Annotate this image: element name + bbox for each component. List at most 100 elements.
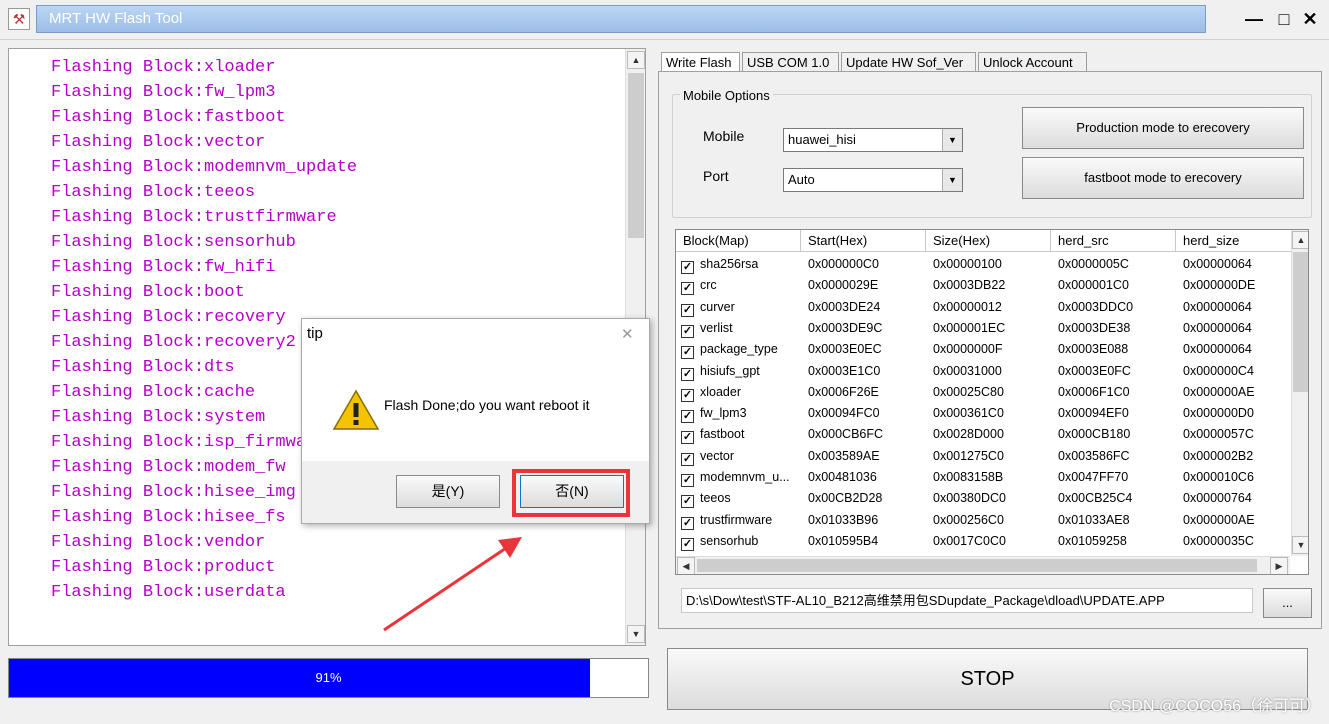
scroll-down-icon[interactable]: ▼ — [627, 625, 645, 643]
row-checkbox[interactable]: ✓ — [681, 282, 694, 296]
row-checkbox[interactable]: ✓ — [681, 452, 694, 466]
yes-button[interactable]: 是(Y) — [396, 475, 500, 508]
table-vscrollbar[interactable]: ▲ ▼ — [1291, 230, 1308, 556]
table-row[interactable]: ✓ vector 0x003589AE 0x001275C0 0x003586FC 0x0… — [676, 446, 1290, 467]
table-row[interactable]: ✓ fw_lpm3 0x00094FC0 0x000361C0 0x00094EF0 0x… — [676, 403, 1290, 424]
file-path-field[interactable]: D:\s\Dow\test\STF-AL10_B212高维禁用包SDupdate… — [681, 588, 1253, 613]
scroll-left-icon[interactable]: ◀ — [677, 557, 695, 574]
block-name: crc — [700, 278, 717, 293]
block-name: package_type — [700, 342, 778, 357]
table-cell: 0x0000005C — [1058, 257, 1129, 271]
table-row[interactable]: ✓ curver 0x0003DE24 0x00000012 0x0003DDC0 0x0… — [676, 297, 1290, 318]
block-name: hisiufs_gpt — [700, 363, 760, 378]
col-header-start[interactable]: Start(Hex) — [801, 230, 926, 252]
table-cell: 0x000001EC — [933, 320, 1006, 335]
table-cell: 0x0003E1C0 — [808, 363, 881, 378]
port-select[interactable]: Auto ▼ — [783, 168, 963, 192]
table-cell: 0x010595B4 — [808, 533, 879, 548]
table-cell: 0x000000DE — [1183, 278, 1256, 293]
row-checkbox[interactable]: ✓ — [681, 261, 694, 274]
table-body: ✓ sha256rsa 0x000000C0 0x00000100 0x0000005C… — [676, 254, 1290, 554]
block-name: fw_lpm3 — [700, 406, 747, 421]
row-checkbox[interactable]: ✓ — [681, 537, 694, 551]
tab-write-flash[interactable]: Write Flash — [661, 52, 740, 72]
scroll-up-icon[interactable]: ▲ — [627, 51, 645, 69]
tab-usb-com[interactable]: USB COM 1.0 — [742, 52, 839, 72]
col-header-size[interactable]: Size(Hex) — [926, 230, 1051, 252]
col-header-block[interactable]: Block(Map) — [676, 230, 801, 252]
cell-block: ✓ xloader — [681, 382, 799, 403]
minimize-button[interactable]: — — [1240, 6, 1268, 32]
table-cell: 0x000CB180 — [1058, 427, 1131, 442]
table-cell: 0x000001C0 — [1058, 278, 1129, 293]
table-row[interactable]: ✓ trustfirmware 0x01033B96 0x000256C0 0x0103… — [676, 510, 1290, 531]
col-header-herd-src[interactable]: herd_src — [1051, 230, 1176, 252]
cell-block: ✓ trustfirmware — [681, 510, 799, 531]
table-cell: 0x01033B96 — [808, 512, 879, 527]
block-name: sha256rsa — [700, 257, 759, 271]
block-name: curver — [700, 299, 735, 314]
port-label: Port — [703, 168, 729, 184]
row-checkbox[interactable]: ✓ — [681, 324, 694, 338]
table-cell: 0x000000AE — [1183, 512, 1255, 527]
col-header-herd-size[interactable]: herd_size — [1176, 230, 1291, 252]
scroll-thumb[interactable] — [628, 73, 644, 238]
table-cell: 0x00031000 — [933, 363, 1002, 378]
log-line: Flashing Block:fastboot — [51, 108, 286, 127]
log-line: Flashing Block:vendor — [51, 533, 266, 552]
row-checkbox[interactable]: ✓ — [681, 516, 694, 530]
block-map-table: Block(Map) Start(Hex) Size(Hex) herd_src… — [675, 229, 1309, 575]
dialog-message: Flash Done;do you want reboot it — [384, 397, 590, 413]
table-row[interactable]: ✓ sensorhub 0x010595B4 0x0017C0C0 0x01059258… — [676, 531, 1290, 552]
table-cell: 0x00094EF0 — [1058, 406, 1129, 421]
table-cell: 0x0017C0C0 — [933, 533, 1006, 548]
block-name: fastboot — [700, 427, 745, 442]
table-cell: 0x000010C6 — [1183, 470, 1254, 484]
table-row[interactable]: ✓ verlist 0x0003DE9C 0x000001EC 0x0003DE38 0x… — [676, 318, 1290, 339]
scroll-thumb[interactable] — [1293, 252, 1308, 392]
row-checkbox[interactable]: ✓ — [681, 431, 694, 445]
tab-unlock-account[interactable]: Unlock Account — [978, 52, 1087, 72]
close-icon[interactable]: ✕ — [621, 325, 634, 343]
chevron-down-icon[interactable]: ▼ — [942, 169, 962, 191]
table-row[interactable]: ✓ crc 0x0000029E 0x0003DB22 0x000001C0 0x0000… — [676, 275, 1290, 296]
table-cell: 0x00000764 — [1183, 491, 1252, 506]
maximize-button[interactable]: □ — [1270, 6, 1298, 32]
table-row[interactable]: ✓ sha256rsa 0x000000C0 0x00000100 0x0000005C… — [676, 254, 1290, 275]
table-row[interactable]: ✓ package_type 0x0003E0EC 0x0000000F 0x0003E… — [676, 339, 1290, 360]
table-cell: 0x0000057C — [1183, 427, 1254, 442]
scroll-right-icon[interactable]: ▶ — [1270, 557, 1288, 574]
browse-button[interactable]: ... — [1263, 588, 1312, 618]
table-row[interactable]: ✓ xloader 0x0006F26E 0x00025C80 0x0006F1C0 0x… — [676, 382, 1290, 403]
row-checkbox[interactable]: ✓ — [681, 346, 694, 360]
app-icon[interactable]: ⚒ — [8, 8, 30, 30]
chevron-down-icon[interactable]: ▼ — [942, 129, 962, 151]
production-mode-button[interactable]: Production mode to erecovery — [1022, 107, 1304, 149]
block-name: xloader — [700, 384, 741, 399]
table-row[interactable]: ✓ hisiufs_gpt 0x0003E1C0 0x00031000 0x0003E0… — [676, 361, 1290, 382]
row-checkbox[interactable]: ✓ — [681, 474, 694, 487]
table-row[interactable]: ✓ teeos 0x00CB2D28 0x00380DC0 0x00CB25C4 0x00… — [676, 488, 1290, 509]
scroll-down-icon[interactable]: ▼ — [1292, 536, 1308, 554]
table-cell: 0x000361C0 — [933, 406, 1004, 421]
row-checkbox[interactable]: ✓ — [681, 388, 694, 402]
row-checkbox[interactable]: ✓ — [681, 367, 694, 381]
arrow-annotation — [383, 537, 522, 632]
fastboot-mode-button[interactable]: fastboot mode to erecovery — [1022, 157, 1304, 199]
tab-update-hw[interactable]: Update HW Sof_Ver — [841, 52, 976, 72]
close-button[interactable]: ✕ — [1296, 6, 1324, 32]
scroll-up-icon[interactable]: ▲ — [1292, 231, 1308, 249]
row-checkbox[interactable]: ✓ — [681, 303, 694, 317]
table-hscrollbar[interactable]: ◀ ▶ — [676, 556, 1290, 574]
row-checkbox[interactable]: ✓ — [681, 410, 694, 424]
table-cell: 0x0000029E — [808, 278, 879, 293]
table-row[interactable]: ✓ modemnvm_u... 0x00481036 0x0083158B 0x0047… — [676, 467, 1290, 488]
log-line: Flashing Block:modemnvm_update — [51, 158, 358, 177]
mobile-select[interactable]: huawei_hisi ▼ — [783, 128, 963, 152]
scroll-thumb[interactable] — [697, 559, 1257, 572]
table-row[interactable]: ✓ fastboot 0x000CB6FC 0x0028D000 0x000CB180 0… — [676, 424, 1290, 445]
cell-block: ✓ vector — [681, 446, 799, 467]
row-checkbox[interactable]: ✓ — [681, 495, 694, 509]
block-name: teeos — [700, 491, 731, 506]
table-cell: 0x000000C0 — [808, 257, 879, 271]
